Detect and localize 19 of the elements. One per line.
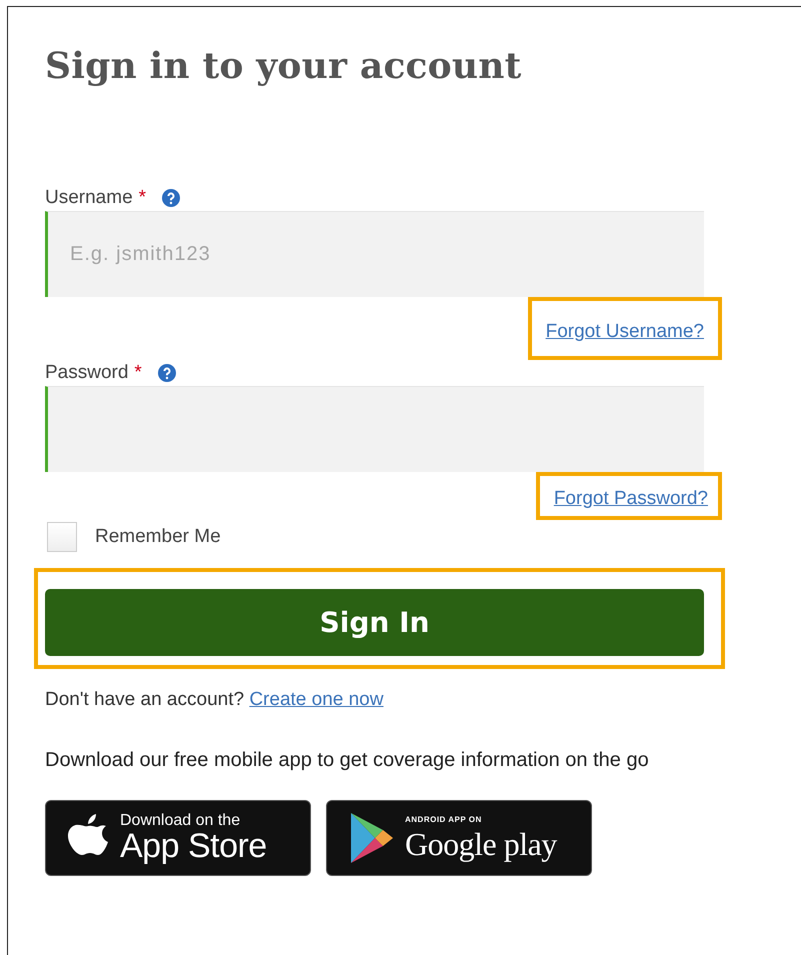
google-play-badge[interactable]: ANDROID APP ON Google play [326,800,592,876]
forgot-link[interactable]: Forgot Password? [554,488,708,509]
field-label: Password [45,362,128,384]
help-icon[interactable] [158,364,176,382]
password-field[interactable] [45,386,704,472]
forgot-link[interactable]: Forgot Username? [546,321,704,342]
signup-prompt: Don't have an account? [45,689,244,710]
field-label: Username [45,187,133,209]
sign-in-button[interactable]: Sign In [45,589,704,656]
remember-checkbox[interactable] [47,522,77,552]
remember-label: Remember Me [95,526,221,548]
username-field[interactable]: E.g. jsmith123 [45,211,704,297]
help-icon[interactable] [162,189,180,207]
page-title: Sign in to your account [45,45,522,87]
required-mark: * [134,362,142,384]
create-account-link[interactable]: Create one now [249,689,384,710]
app-note: Download our free mobile app to get coverage information on the go [45,749,650,772]
required-mark: * [138,187,146,209]
app-store-badge[interactable]: Download on the App Store [45,800,311,876]
